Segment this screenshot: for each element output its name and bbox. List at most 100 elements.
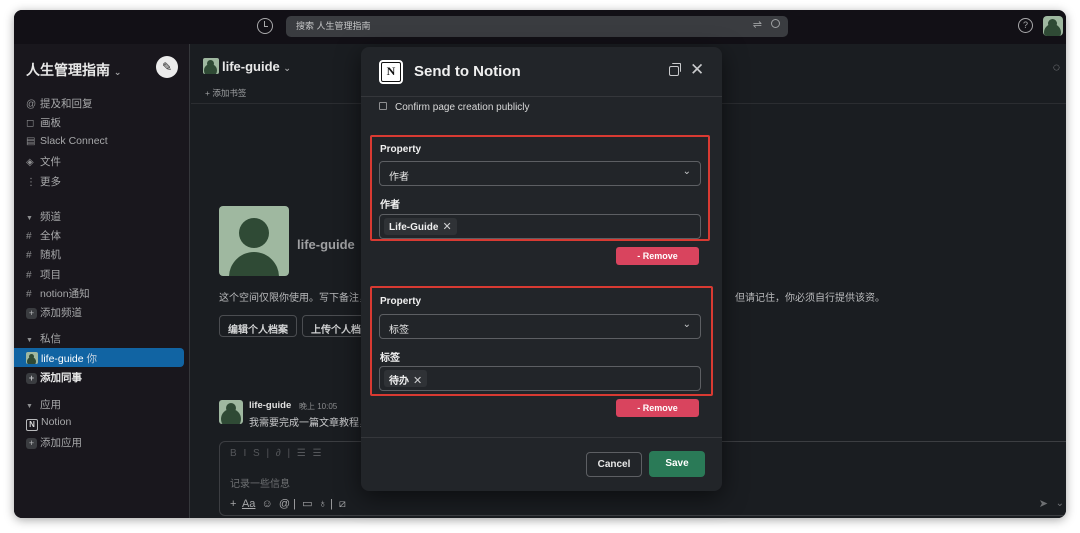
history-icon[interactable] bbox=[257, 18, 273, 34]
compose-icon[interactable]: ✎ bbox=[156, 56, 178, 78]
composer-placeholder: 记录一些信息 bbox=[230, 479, 290, 490]
channel-label: 项目 bbox=[40, 269, 61, 281]
sidebar-dm-life-guide[interactable]: life-guide 你 bbox=[26, 351, 97, 366]
add-app-label: 添加应用 bbox=[40, 437, 82, 449]
remove-property-button[interactable]: - Remove bbox=[616, 247, 699, 265]
sidebar-item-slack-connect[interactable]: ▤ Slack Connect bbox=[26, 135, 108, 147]
value-label: 作者 bbox=[380, 200, 400, 211]
send-to-notion-modal: N Send to Notion ✕ Confirm page creation… bbox=[361, 47, 722, 491]
avatar bbox=[26, 352, 38, 364]
at-icon: @ bbox=[26, 99, 37, 110]
filter-icon[interactable]: ⇌ bbox=[753, 20, 762, 31]
cancel-button[interactable]: Cancel bbox=[586, 452, 642, 477]
add-coworker-button[interactable]: + 添加同事 bbox=[26, 370, 82, 385]
channel-title: life-guide bbox=[222, 59, 280, 74]
edit-profile-button[interactable]: 编辑个人档案 bbox=[219, 315, 297, 337]
top-bar: 搜索 人生管理指南 ⇌ ? bbox=[14, 10, 1066, 44]
sidebar-item-label: 文件 bbox=[40, 156, 61, 168]
channel-label: 全体 bbox=[40, 230, 61, 242]
modal-header: N Send to Notion ✕ bbox=[361, 47, 722, 97]
slash-icon[interactable]: ⧄ bbox=[339, 498, 346, 510]
format-toolbar: B I S | ∂ | ☰ ☰ bbox=[230, 448, 324, 459]
selected-chip: 待办 ✕ bbox=[384, 370, 428, 387]
chevron-down-icon: ⌄ bbox=[113, 67, 122, 77]
channel-header[interactable]: life-guide ⌄ bbox=[203, 58, 291, 74]
avatar bbox=[203, 58, 219, 74]
add-channel-button[interactable]: + 添加频道 bbox=[26, 305, 82, 320]
search-icon[interactable] bbox=[771, 19, 780, 28]
search-input[interactable]: 搜索 人生管理指南 ⇌ bbox=[286, 16, 788, 37]
section-label: 应用 bbox=[40, 399, 61, 411]
user-avatar[interactable] bbox=[1043, 16, 1063, 36]
section-label: 频道 bbox=[40, 211, 61, 223]
tags-multi-select[interactable]: 待办 ✕ bbox=[379, 366, 701, 391]
mention-icon[interactable]: @ bbox=[279, 498, 290, 510]
dm-label: life-guide bbox=[41, 353, 84, 365]
app-label: Notion bbox=[41, 416, 72, 428]
sidebar-app-notion[interactable]: N Notion bbox=[26, 416, 71, 431]
workspace-name[interactable]: 人生管理指南 ⌄ bbox=[26, 60, 121, 80]
sidebar-item-more[interactable]: ⋮ 更多 bbox=[26, 174, 61, 189]
message-text: 我需要完成一篇文章教程， bbox=[249, 418, 369, 429]
sidebar-channel-all[interactable]: # 全体 bbox=[26, 228, 61, 243]
emoji-icon[interactable]: ☺ bbox=[262, 498, 273, 510]
mic-icon[interactable]: ♁ bbox=[319, 498, 327, 510]
more-icon: ⋮ bbox=[26, 177, 36, 188]
dm-section-header[interactable]: ▼ 私信 bbox=[26, 331, 61, 346]
remove-chip-icon[interactable]: ✕ bbox=[413, 374, 422, 387]
send-icon[interactable]: ➤ bbox=[1039, 497, 1048, 510]
confirm-public-checkbox[interactable]: Confirm page creation publicly bbox=[379, 102, 530, 113]
notion-icon: N bbox=[26, 419, 38, 431]
sidebar-item-label: 更多 bbox=[40, 176, 61, 188]
plus-icon: + bbox=[26, 373, 37, 384]
property-select[interactable]: 标签 ⌄ bbox=[379, 314, 701, 339]
video-icon[interactable]: ▭ bbox=[302, 498, 312, 510]
profile-avatar[interactable] bbox=[219, 206, 289, 276]
message-author[interactable]: life-guide bbox=[249, 400, 291, 411]
remove-chip-icon[interactable]: ✕ bbox=[442, 220, 451, 233]
plus-icon[interactable]: + bbox=[230, 498, 236, 510]
text-format-icon[interactable]: Aa bbox=[242, 498, 255, 510]
remove-property-button[interactable]: - Remove bbox=[616, 399, 699, 417]
search-placeholder: 搜索 人生管理指南 bbox=[296, 21, 371, 31]
chevron-down-icon[interactable]: ⌄ bbox=[1056, 498, 1064, 509]
sidebar-item-files[interactable]: ◈ 文件 bbox=[26, 154, 61, 169]
caret-down-icon: ▼ bbox=[26, 337, 33, 344]
property-label: Property bbox=[380, 144, 422, 155]
chevron-down-icon: ⌄ bbox=[682, 166, 691, 177]
property-select[interactable]: 作者 ⌄ bbox=[379, 161, 701, 186]
checkbox[interactable] bbox=[379, 102, 387, 110]
add-channel-label: 添加频道 bbox=[40, 307, 82, 319]
message-timestamp[interactable]: 晚上 10:05 bbox=[299, 401, 337, 412]
sidebar-channel-notion[interactable]: # notion通知 bbox=[26, 286, 90, 301]
property-block-author: Property 作者 ⌄ 作者 Life-Guide ✕ bbox=[370, 135, 710, 241]
files-icon: ◈ bbox=[26, 157, 34, 168]
hash-icon: # bbox=[26, 231, 32, 242]
sidebar-item-canvas[interactable]: ◻ 画板 bbox=[26, 115, 61, 130]
notion-logo-icon: N bbox=[379, 60, 403, 84]
chip-label: Life-Guide bbox=[389, 222, 439, 233]
caret-down-icon: ▼ bbox=[26, 403, 33, 410]
save-button[interactable]: Save bbox=[649, 451, 705, 477]
channels-section-header[interactable]: ▼ 频道 bbox=[26, 209, 61, 224]
avatar[interactable] bbox=[219, 400, 243, 424]
close-icon[interactable]: ✕ bbox=[690, 60, 704, 80]
author-multi-select[interactable]: Life-Guide ✕ bbox=[379, 214, 701, 239]
hash-icon: # bbox=[26, 289, 32, 300]
modal-title: Send to Notion bbox=[414, 63, 521, 80]
sidebar-channel-random[interactable]: # 随机 bbox=[26, 247, 61, 262]
value-label: 标签 bbox=[380, 353, 400, 364]
help-icon[interactable]: ? bbox=[1018, 18, 1033, 33]
add-bookmark-button[interactable]: + 添加书签 bbox=[205, 87, 246, 99]
property-selected-value: 作者 bbox=[389, 172, 409, 183]
property-block-tags: Property 标签 ⌄ 标签 待办 ✕ bbox=[370, 286, 713, 396]
intro-text-tail: 但请记住，你必须自行提供该资。 bbox=[735, 293, 885, 304]
plus-icon: + bbox=[205, 88, 210, 98]
apps-section-header[interactable]: ▼ 应用 bbox=[26, 397, 61, 412]
huddle-icon[interactable]: ◌ bbox=[1053, 60, 1060, 74]
add-app-button[interactable]: + 添加应用 bbox=[26, 435, 82, 450]
sidebar-item-mentions[interactable]: @ 提及和回复 bbox=[26, 96, 93, 111]
sidebar-item-label: 提及和回复 bbox=[40, 98, 93, 110]
sidebar-channel-project[interactable]: # 项目 bbox=[26, 267, 61, 282]
popout-icon[interactable] bbox=[669, 63, 681, 76]
